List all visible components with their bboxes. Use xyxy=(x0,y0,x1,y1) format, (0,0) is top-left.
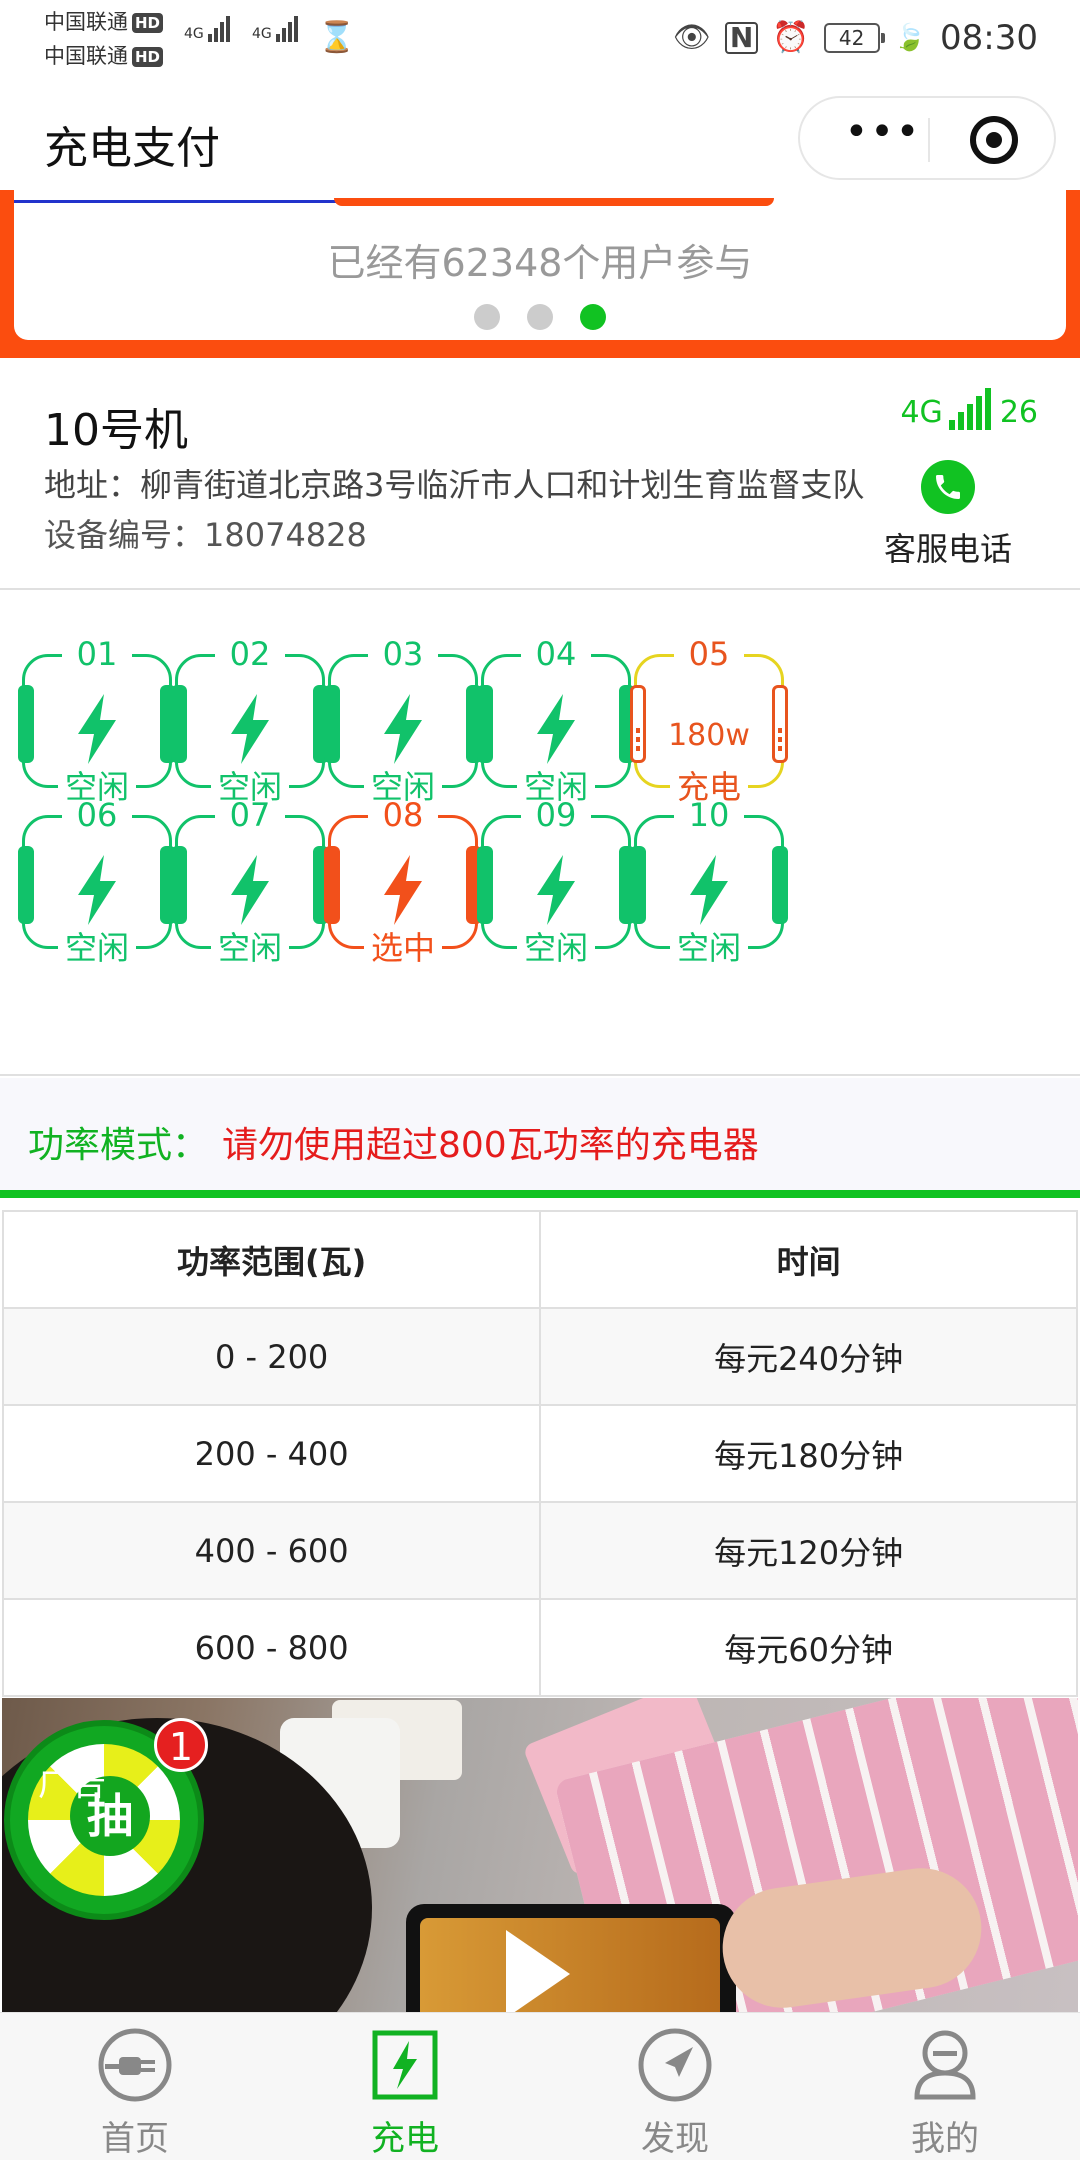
power-mode-warning: 请勿使用超过800瓦功率的充电器 xyxy=(222,1125,759,1166)
miniprogram-capsule: ••• xyxy=(798,96,1056,180)
port-grid: 01 空闲 02 空闲 03 空闲 04 空闲 05 充电 180w 06 空闲 07 空闲 08 选中 09 空闲… xyxy=(0,592,1080,1076)
promo-banner[interactable]: 已经有62348个用户参与 xyxy=(0,190,1080,358)
table-cell: 每元180分钟 xyxy=(539,1404,1078,1503)
lottery-widget[interactable]: 抽 广告 1 xyxy=(4,1718,208,1920)
table-row: 200 - 400 每元180分钟 xyxy=(1,1404,1078,1503)
power-mode-label: 功率模式： xyxy=(28,1125,209,1166)
banner-text: 已经有62348个用户参与 xyxy=(327,241,753,285)
leaf-icon: 🍃 xyxy=(893,23,927,53)
status-bar: 中国联通 HD 中国联通 HD 4G 4G ⌛ 👁 N ⏰ 42 🍃 08:30 xyxy=(0,0,1080,86)
table-cell: 每元60分钟 xyxy=(539,1598,1078,1697)
nfc-icon: N xyxy=(724,22,759,54)
lightning-icon xyxy=(537,694,575,764)
more-menu-button[interactable]: ••• xyxy=(838,112,928,156)
lightning-icon xyxy=(690,855,728,925)
signal-icon: 4G xyxy=(184,16,232,42)
carrier-1: 中国联通 HD xyxy=(44,6,164,36)
tab-discover[interactable]: 发现 xyxy=(540,2013,810,2161)
column-header: 时间 xyxy=(539,1210,1078,1309)
device-number: 设备编号：18074828 xyxy=(44,516,367,554)
table-cell: 600 - 800 xyxy=(1,1598,542,1697)
notification-badge: 1 xyxy=(154,1718,208,1772)
lightning-icon xyxy=(231,855,269,925)
customer-service[interactable]: 客服电话 xyxy=(860,460,1036,570)
banner-decoration xyxy=(334,198,774,206)
tab-home[interactable]: 首页 xyxy=(0,2013,270,2161)
carousel-dot[interactable] xyxy=(527,304,553,330)
table-row: 600 - 800 每元60分钟 xyxy=(1,1598,1078,1697)
hd-badge: HD xyxy=(132,47,164,67)
phone-icon[interactable] xyxy=(921,460,975,514)
table-cell: 400 - 600 xyxy=(1,1501,542,1600)
port-number: 05 xyxy=(688,635,730,673)
hd-badge: HD xyxy=(132,13,164,33)
tab-charge[interactable]: 充电 xyxy=(270,2013,540,2161)
compass-icon xyxy=(638,2028,712,2102)
capsule-divider xyxy=(928,118,930,162)
table-cell: 0 - 200 xyxy=(1,1307,542,1406)
charging-port[interactable]: 10 空闲 xyxy=(614,773,804,973)
plug-icon xyxy=(98,2028,172,2102)
port-number: 10 xyxy=(688,796,730,834)
bottom-tab-bar: 首页 充电 发现 我的 xyxy=(0,2012,1080,2160)
carousel-dot[interactable] xyxy=(473,304,500,330)
lightning-icon xyxy=(78,855,116,925)
video-scene xyxy=(406,1904,736,2012)
tab-mine[interactable]: 我的 xyxy=(810,2013,1080,2161)
carousel-dot-active[interactable] xyxy=(580,304,607,330)
machine-name: 10号机 xyxy=(44,405,188,456)
signal-icon: 4G xyxy=(252,16,300,42)
ad-label: 广告 xyxy=(38,1764,106,1804)
power-mode-notice: 功率模式： 请勿使用超过800瓦功率的充电器 xyxy=(0,1078,1080,1198)
lightning-icon xyxy=(384,694,422,764)
carrier-2: 中国联通 HD xyxy=(44,40,164,70)
clock: 08:30 xyxy=(940,18,1038,58)
user-icon xyxy=(914,2030,976,2100)
machine-info: 10号机 地址：柳青街道北京路3号临沂市人口和计划生育监督支队 设备编号：180… xyxy=(0,358,1080,590)
lightning-icon xyxy=(384,855,422,925)
column-header: 功率范围(瓦) xyxy=(1,1210,542,1309)
table-header-row: 功率范围(瓦) 时间 xyxy=(1,1210,1078,1309)
charge-icon xyxy=(372,2030,438,2100)
service-label: 客服电话 xyxy=(883,530,1012,568)
alarm-icon: ⏰ xyxy=(772,20,810,55)
table-row: 400 - 600 每元120分钟 xyxy=(1,1501,1078,1600)
machine-address: 地址：柳青街道北京路3号临沂市人口和计划生育监督支队 xyxy=(44,466,865,504)
lightning-icon xyxy=(537,855,575,925)
battery-icon: 42 xyxy=(823,23,885,53)
port-status: 空闲 xyxy=(676,929,741,967)
lightning-icon xyxy=(78,694,116,764)
rate-table: 功率范围(瓦) 时间 0 - 200 每元240分钟 200 - 400 每元1… xyxy=(1,1210,1078,1697)
signal-strength: 4G 26 xyxy=(900,388,1038,430)
lightning-icon xyxy=(231,694,269,764)
page-title: 充电支付 xyxy=(44,123,220,174)
hourglass-icon: ⌛ xyxy=(318,20,356,55)
table-row: 0 - 200 每元240分钟 xyxy=(1,1307,1078,1406)
play-icon[interactable] xyxy=(506,1930,570,2012)
status-icons: 👁 N ⏰ 42 🍃 08:30 xyxy=(673,14,1038,62)
close-miniprogram-button[interactable] xyxy=(970,116,1018,164)
banner-card: 已经有62348个用户参与 xyxy=(14,190,1066,340)
table-cell: 每元120分钟 xyxy=(539,1501,1078,1600)
eye-icon: 👁 xyxy=(672,20,711,55)
title-bar: 充电支付 ••• xyxy=(0,86,1080,190)
port-power: 180w xyxy=(668,718,750,753)
carousel-dots xyxy=(14,304,1066,334)
table-cell: 每元240分钟 xyxy=(539,1307,1078,1406)
signal-icon xyxy=(948,388,994,430)
table-cell: 200 - 400 xyxy=(1,1404,542,1503)
